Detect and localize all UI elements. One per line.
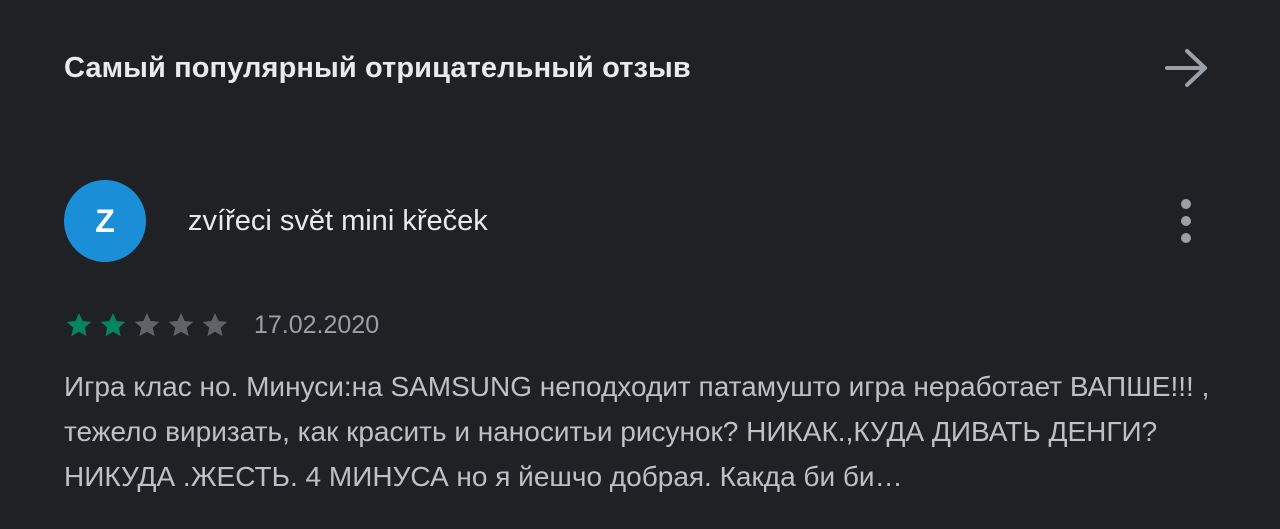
- section-title: Самый популярный отрицательный отзыв: [64, 51, 691, 84]
- rating-row: 17.02.2020: [64, 307, 379, 343]
- arrow-right-icon[interactable]: [1164, 45, 1210, 91]
- review-date: 17.02.2020: [254, 310, 380, 339]
- more-vert-icon[interactable]: [1166, 191, 1206, 251]
- avatar: Z: [64, 180, 146, 262]
- section-header-link[interactable]: Самый популярный отрицательный отзыв: [64, 40, 1224, 96]
- review-author: zvířeci svět mini křeček: [188, 204, 488, 237]
- review-text[interactable]: Игра клас но. Минуси:на SAMSUNG неподход…: [64, 364, 1224, 499]
- star-empty-icon: [134, 313, 160, 337]
- review-header: Z zvířeci svět mini křeček: [64, 180, 1224, 262]
- review-section: Самый популярный отрицательный отзыв Z z…: [0, 0, 1280, 529]
- star-filled-icon: [66, 313, 92, 337]
- star-empty-icon: [202, 313, 228, 337]
- star-empty-icon: [168, 313, 194, 337]
- star-filled-icon: [100, 313, 126, 337]
- star-rating: [64, 310, 234, 340]
